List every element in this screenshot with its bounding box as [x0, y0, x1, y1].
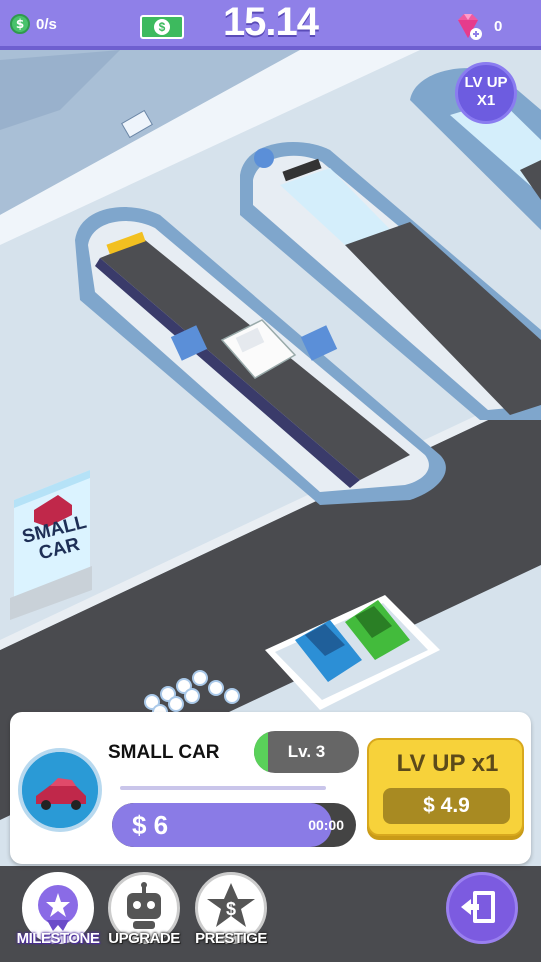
svg-text:$: $ — [226, 899, 236, 919]
divider — [120, 786, 326, 790]
earn-timer: 00:00 — [308, 817, 344, 833]
level-text: Lv. 3 — [287, 742, 326, 761]
milestone-label: MILESTONE — [16, 930, 100, 947]
earn-progress-bar: $ 6 00:00 — [112, 803, 356, 847]
upgrade-label: UPGRADE — [108, 930, 180, 947]
exit-door-icon — [461, 891, 495, 923]
earn-value: $ 6 — [132, 810, 169, 840]
car-name: SMALL CAR — [108, 742, 220, 763]
lv-up-price: $ 4.9 — [383, 788, 510, 824]
lv-up-button[interactable]: LV UP x1 $ 4.9 — [367, 738, 524, 836]
lv-up-badge[interactable]: LV UP X1 — [455, 62, 517, 124]
lv-up-badge-line1: LV UP — [464, 74, 508, 91]
level-pill: Lv. 3 — [254, 731, 359, 773]
prestige-label: PRESTIGE — [195, 930, 267, 947]
top-bar: $ 0/s $ 15.14 0 — [0, 0, 541, 50]
exit-button[interactable] — [446, 872, 518, 944]
gem-count: 0 — [494, 18, 503, 35]
car-thumbnail — [18, 748, 102, 832]
lv-up-badge-line2: X1 — [476, 92, 496, 109]
lv-up-button-title: LV UP x1 — [396, 750, 499, 777]
diamond-icon[interactable] — [452, 10, 484, 42]
